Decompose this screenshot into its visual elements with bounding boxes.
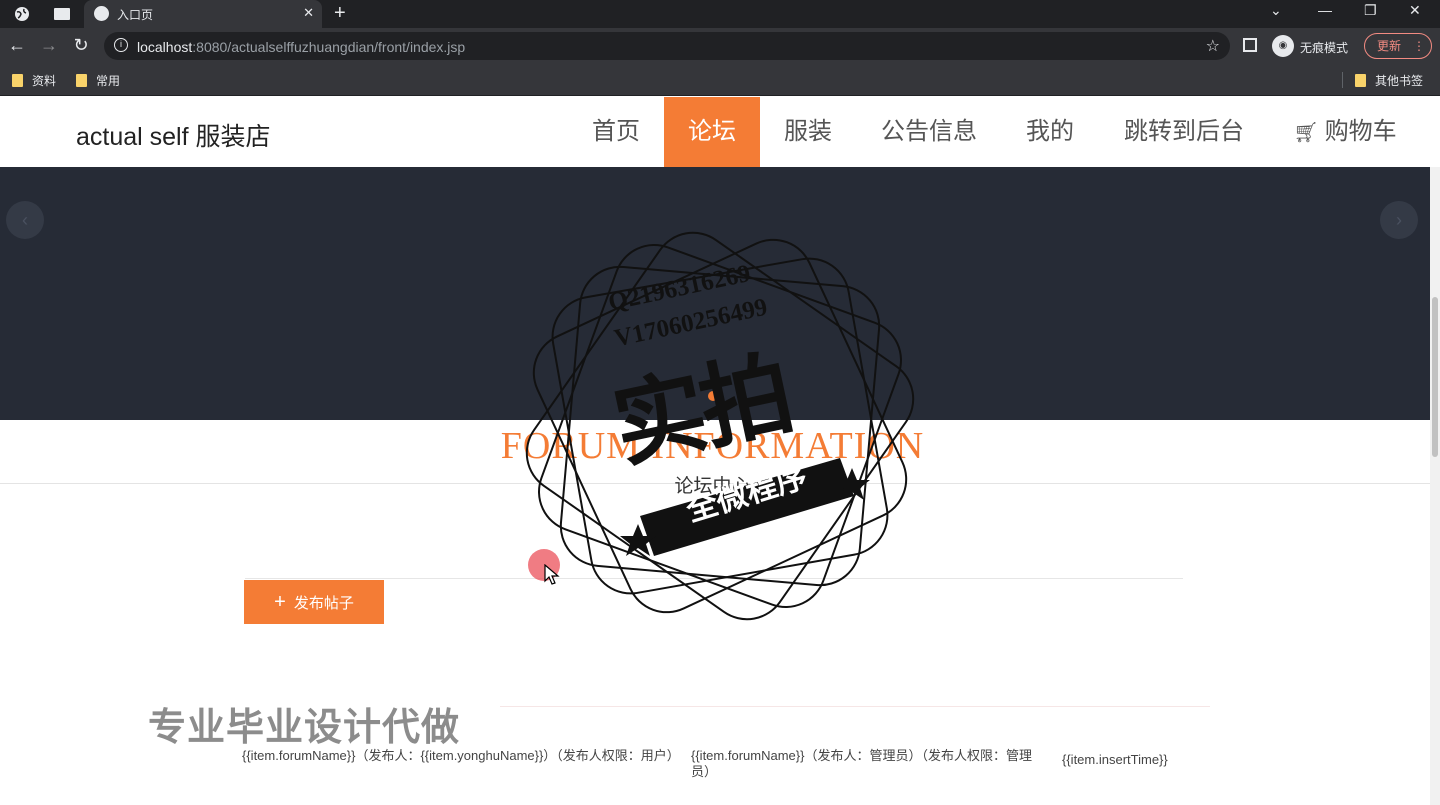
nav-notices[interactable]: 公告信息: [866, 97, 992, 167]
nav-clothing[interactable]: 服装: [768, 97, 848, 167]
update-button[interactable]: 更新 ⋮: [1364, 33, 1432, 59]
folder-icon: [1355, 74, 1366, 87]
forward-icon[interactable]: →: [38, 35, 60, 56]
address-bar[interactable]: i localhost:8080/actualselffuzhuangdian/…: [104, 32, 1230, 60]
update-label: 更新: [1377, 39, 1402, 53]
site-logo[interactable]: actual self 服装店: [76, 117, 271, 153]
nav-mine[interactable]: 我的: [1012, 97, 1088, 167]
more-menu-icon: ⋮: [1413, 39, 1426, 53]
carousel-prev-icon[interactable]: ‹: [6, 201, 44, 239]
plus-icon: +: [274, 591, 286, 613]
site-info-icon[interactable]: i: [114, 38, 128, 52]
mouse-cursor-icon: [544, 564, 560, 585]
other-bookmarks[interactable]: 其他书签: [1355, 72, 1423, 89]
scrollbar-thumb[interactable]: [1432, 297, 1438, 457]
nav-home[interactable]: 首页: [576, 97, 656, 167]
site-header: actual self 服装店 首页 论坛 服装 公告信息 我的 跳转到后台 🛒…: [0, 97, 1440, 167]
nav-cart-label: 购物车: [1324, 118, 1397, 145]
tab-search-icon[interactable]: [52, 4, 72, 24]
close-tab-icon[interactable]: ✕: [303, 5, 314, 21]
list-item-time: {{item.insertTime}}: [1062, 752, 1168, 767]
bookmarks-divider: [1342, 72, 1343, 88]
bookmark-folder[interactable]: 资料: [12, 72, 56, 89]
carousel-next-icon[interactable]: ›: [1380, 201, 1418, 239]
content-divider: [245, 578, 1183, 579]
url-host: localhost: [137, 39, 193, 55]
bookmark-label: 常用: [96, 74, 121, 88]
faint-divider: [500, 706, 1210, 707]
watermark-text: 专业毕业设计代做: [148, 707, 461, 749]
restore-icon[interactable]: ❐: [1364, 2, 1377, 19]
globe-icon[interactable]: [12, 4, 32, 24]
minimize-icon[interactable]: —: [1318, 2, 1332, 18]
incognito-label[interactable]: 无痕模式: [1300, 39, 1348, 56]
page-scrollbar[interactable]: [1430, 167, 1440, 805]
browser-toolbar: ← → ↻ i localhost:8080/actualselffuzhuan…: [0, 28, 1440, 64]
nav-admin[interactable]: 跳转到后台: [1108, 97, 1260, 167]
url-text[interactable]: localhost:8080/actualselffuzhuangdian/fr…: [137, 39, 465, 55]
list-item[interactable]: {{item.forumName}}（发布人：管理员）（发布人权限：管理员）: [691, 748, 1051, 780]
nav-cart[interactable]: 🛒︎ 购物车: [1280, 97, 1410, 167]
bookmarks-bar: 资料 常用 其他书签: [0, 64, 1440, 96]
nav-forum[interactable]: 论坛: [664, 97, 760, 167]
incognito-icon[interactable]: ◉: [1272, 35, 1294, 57]
close-window-icon[interactable]: ✕: [1409, 2, 1421, 19]
bookmark-star-icon[interactable]: ☆: [1206, 36, 1220, 56]
favicon-icon: [94, 6, 109, 21]
tab-active[interactable]: 入口页 ✕: [84, 0, 322, 28]
folder-icon: [12, 74, 23, 87]
bookmark-label: 资料: [32, 74, 57, 88]
new-tab-icon[interactable]: +: [334, 2, 346, 25]
other-bookmarks-label: 其他书签: [1375, 74, 1424, 88]
cart-icon: 🛒︎: [1293, 122, 1319, 144]
reload-icon[interactable]: ↻: [70, 35, 92, 56]
publish-post-button[interactable]: + 发布帖子: [244, 580, 384, 624]
side-panel-icon[interactable]: [1243, 38, 1257, 52]
folder-icon: [76, 74, 87, 87]
publish-label: 发布帖子: [293, 594, 354, 612]
browser-tab-bar: 入口页 ✕ + ⌄ — ❐ ✕: [0, 0, 1440, 28]
bookmark-folder[interactable]: 常用: [76, 72, 120, 89]
tab-title: 入口页: [117, 8, 154, 22]
list-item[interactable]: {{item.forumName}}（发布人：{{item.yonghuName…: [242, 748, 682, 764]
url-path: :8080/actualselffuzhuangdian/front/index…: [192, 39, 466, 55]
tab-list-chevron-icon[interactable]: ⌄: [1270, 2, 1282, 19]
back-icon[interactable]: ←: [6, 35, 28, 56]
